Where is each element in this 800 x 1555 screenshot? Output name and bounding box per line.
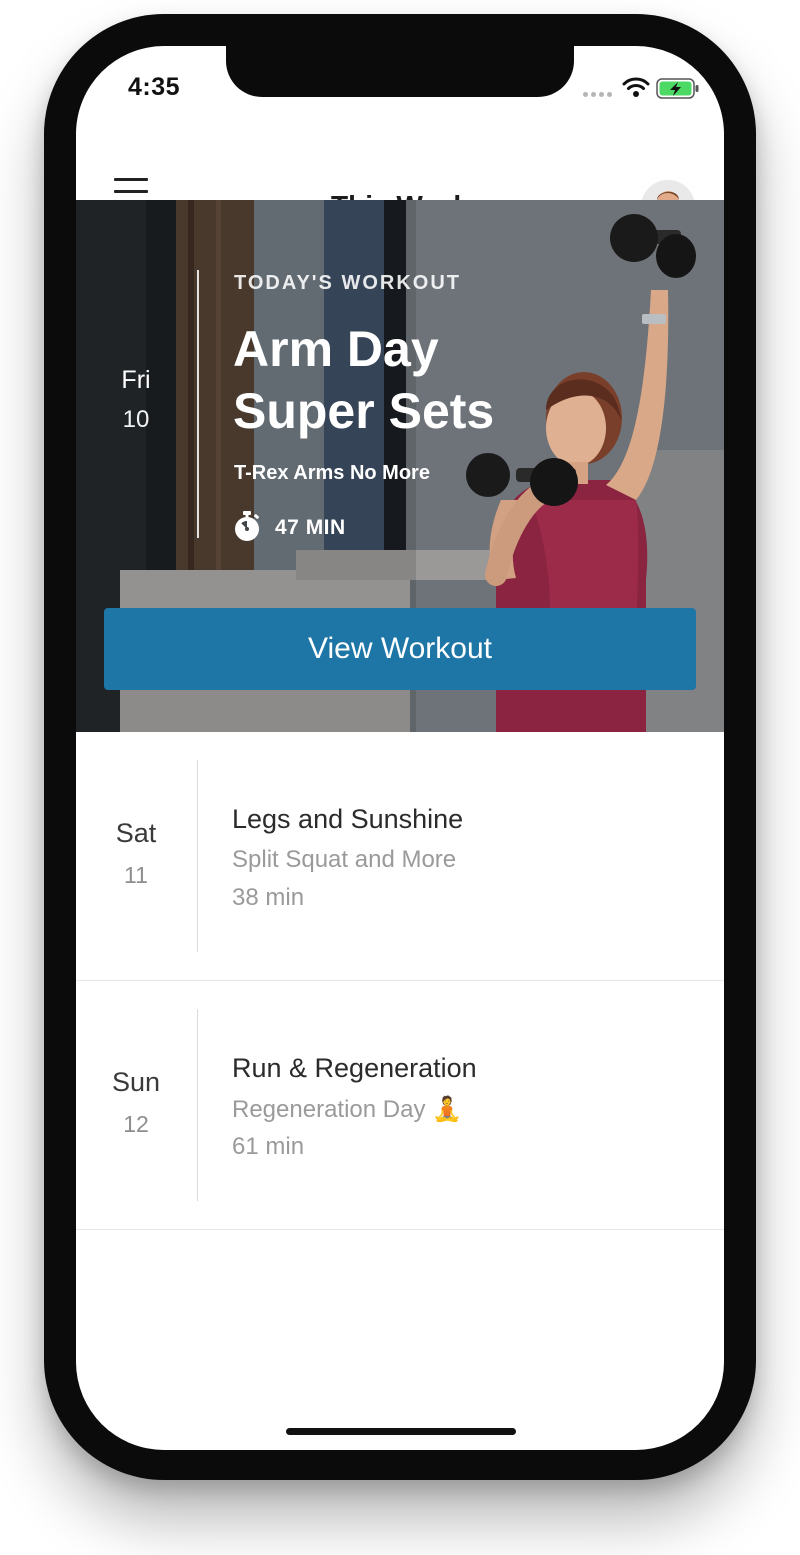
status-time: 4:35 xyxy=(128,73,181,101)
today-date-label: 10 xyxy=(122,406,150,433)
list-item-day: Sat xyxy=(115,818,157,848)
workout-subtitle: T-Rex Arms No More xyxy=(234,462,430,484)
workout-title: Arm Day Super Sets xyxy=(233,321,495,439)
todays-workout-kicker: TODAY'S WORKOUT xyxy=(234,272,461,294)
home-indicator[interactable] xyxy=(286,1428,516,1435)
list-item-date: 12 xyxy=(123,1111,149,1137)
app-screen: 4:35 This Week xyxy=(76,46,724,1450)
list-item-sunday[interactable]: Sun 12 Run & Regeneration Regeneration D… xyxy=(76,981,724,1230)
hero-divider xyxy=(197,270,199,538)
list-item-duration: 61 min xyxy=(232,1133,305,1160)
view-workout-button[interactable]: View Workout xyxy=(104,608,696,690)
list-item-title: Run & Regeneration xyxy=(232,1053,477,1083)
phone-frame: 4:35 This Week xyxy=(44,14,756,1480)
stopwatch-icon xyxy=(235,511,259,541)
battery-charging-icon xyxy=(656,78,699,99)
list-item-divider xyxy=(197,1009,198,1201)
signal-dots-icon xyxy=(583,92,612,97)
list-item-divider xyxy=(197,760,198,952)
list-item-duration: 38 min xyxy=(232,884,305,911)
list-item-date: 11 xyxy=(124,862,148,888)
today-day-label: Fri xyxy=(121,366,151,394)
wifi-icon xyxy=(622,77,650,97)
list-item-subtitle: Split Squat and More xyxy=(232,846,457,873)
phone-notch xyxy=(226,46,574,97)
workout-duration: 47 MIN xyxy=(275,516,346,539)
list-item-saturday[interactable]: Sat 11 Legs and Sunshine Split Squat and… xyxy=(76,732,724,981)
todays-workout-card[interactable]: Fri 10 TODAY'S WORKOUT Arm Day Super Set… xyxy=(76,200,724,732)
list-item-subtitle: Regeneration Day 🧘 xyxy=(232,1096,463,1123)
list-item-day: Sun xyxy=(111,1067,161,1097)
list-item-title: Legs and Sunshine xyxy=(232,804,464,834)
